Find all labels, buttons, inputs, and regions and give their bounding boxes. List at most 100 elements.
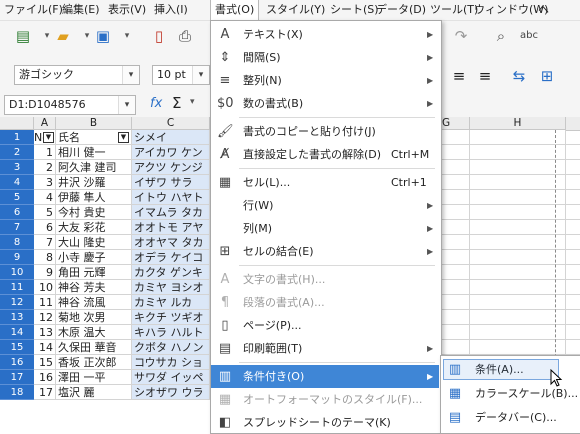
empty-cell[interactable] xyxy=(440,280,470,295)
column-header[interactable]: C xyxy=(132,117,210,130)
number-cell[interactable]: 1 xyxy=(34,145,56,160)
empty-cell[interactable] xyxy=(440,235,470,250)
empty-cell[interactable] xyxy=(440,340,470,355)
menu-4[interactable]: 書式(O) xyxy=(210,0,260,21)
row-header[interactable]: 1 xyxy=(0,130,34,145)
name-cell[interactable]: 大山 隆史 xyxy=(56,235,132,250)
kana-cell[interactable]: キハラ ハルト xyxy=(132,325,210,340)
number-cell[interactable]: 16 xyxy=(34,370,56,385)
kana-cell[interactable]: アイカワ ケン xyxy=(132,145,210,160)
empty-cell[interactable] xyxy=(470,325,566,340)
number-cell[interactable]: 7 xyxy=(34,235,56,250)
column-header[interactable]: G xyxy=(440,117,470,130)
chevron-down-icon[interactable]: ▾ xyxy=(190,97,195,107)
number-cell[interactable]: 9 xyxy=(34,265,56,280)
select-all-corner[interactable] xyxy=(0,117,34,130)
name-cell[interactable]: 塩沢 麗 xyxy=(56,385,132,400)
format-menu-item[interactable]: 行(W) ▶ xyxy=(211,194,439,217)
row-header[interactable]: 14 xyxy=(0,325,34,340)
empty-cell[interactable] xyxy=(566,340,580,355)
empty-cell[interactable] xyxy=(470,160,566,175)
empty-cell[interactable] xyxy=(470,145,566,160)
conditional-submenu-item[interactable]: ▤ データバー(C)... xyxy=(441,406,579,429)
empty-cell[interactable] xyxy=(440,190,470,205)
empty-cell[interactable] xyxy=(470,295,566,310)
format-menu-item[interactable]: $0 数の書式(B) ▶ xyxy=(211,92,439,115)
align-center-icon[interactable]: ≡ xyxy=(448,65,470,87)
chevron-down-icon[interactable]: ▾ xyxy=(118,96,135,114)
kana-cell[interactable]: カミヤ ヨシオ xyxy=(132,280,210,295)
row-header[interactable]: 17 xyxy=(0,370,34,385)
kana-cell[interactable]: シオザワ ウラ xyxy=(132,385,210,400)
kana-cell[interactable]: イザワ サラ xyxy=(132,175,210,190)
kana-cell[interactable]: コウサカ ショ xyxy=(132,355,210,370)
row-header[interactable]: 18 xyxy=(0,385,34,400)
menu-7[interactable]: データ(D) xyxy=(372,0,430,20)
empty-cell[interactable] xyxy=(440,160,470,175)
name-cell[interactable]: 菊地 次男 xyxy=(56,310,132,325)
name-cell[interactable]: 小寺 慶子 xyxy=(56,250,132,265)
name-cell[interactable]: 久保田 華音 xyxy=(56,340,132,355)
number-cell[interactable]: 13 xyxy=(34,325,56,340)
number-cell[interactable]: 17 xyxy=(34,385,56,400)
kana-cell[interactable]: カミヤ ルカ xyxy=(132,295,210,310)
row-header[interactable]: 3 xyxy=(0,160,34,175)
name-cell[interactable]: 大友 彩花 xyxy=(56,220,132,235)
empty-cell[interactable] xyxy=(566,190,580,205)
number-cell[interactable]: 4 xyxy=(34,190,56,205)
menu-1[interactable]: 編集(E) xyxy=(58,0,104,20)
empty-cell[interactable] xyxy=(566,280,580,295)
header-cell[interactable]: シメイ xyxy=(132,130,210,145)
column-header[interactable]: H xyxy=(470,117,566,130)
empty-cell[interactable] xyxy=(470,220,566,235)
merge-cells-icon[interactable]: ⊞ xyxy=(536,65,558,87)
name-cell[interactable]: 角田 元輝 xyxy=(56,265,132,280)
format-menu-item[interactable]: ▤ 印刷範囲(T) ▶ xyxy=(211,337,439,360)
number-cell[interactable]: 5 xyxy=(34,205,56,220)
row-header[interactable]: 9 xyxy=(0,250,34,265)
format-menu-item[interactable]: ▯ ページ(P)... xyxy=(211,314,439,337)
empty-cell[interactable] xyxy=(440,205,470,220)
empty-cell[interactable] xyxy=(566,145,580,160)
save-dropdown-icon[interactable]: ▾ xyxy=(116,25,138,47)
row-header[interactable]: 2 xyxy=(0,145,34,160)
empty-cell[interactable] xyxy=(440,220,470,235)
empty-cell[interactable] xyxy=(470,250,566,265)
empty-cell[interactable] xyxy=(440,310,470,325)
font-name-combo[interactable]: 游ゴシック ▾ xyxy=(14,65,140,85)
empty-cell[interactable] xyxy=(566,295,580,310)
number-cell[interactable]: 12 xyxy=(34,310,56,325)
empty-cell[interactable] xyxy=(440,265,470,280)
name-cell[interactable]: 香坂 正次郎 xyxy=(56,355,132,370)
column-header[interactable]: A xyxy=(34,117,56,130)
autofilter-icon[interactable]: ▼ xyxy=(43,132,54,143)
number-cell[interactable]: 10 xyxy=(34,280,56,295)
empty-cell[interactable] xyxy=(470,205,566,220)
format-menu-item[interactable]: 列(M) ▶ xyxy=(211,217,439,240)
kana-cell[interactable]: クボタ ハノン xyxy=(132,340,210,355)
spelling-icon[interactable]: abc xyxy=(518,25,540,47)
kana-cell[interactable]: オオヤマ タカ xyxy=(132,235,210,250)
format-menu-item[interactable]: A テキスト(X) ▶ xyxy=(211,23,439,46)
row-header[interactable]: 11 xyxy=(0,280,34,295)
empty-cell[interactable] xyxy=(470,130,566,145)
find-replace-icon[interactable]: ⌕ xyxy=(490,25,512,47)
row-header[interactable]: 12 xyxy=(0,295,34,310)
column-header[interactable]: B xyxy=(56,117,132,130)
align-right-icon[interactable]: ≡ xyxy=(474,65,496,87)
row-header[interactable]: 8 xyxy=(0,235,34,250)
row-header[interactable]: 5 xyxy=(0,190,34,205)
kana-cell[interactable]: アクツ ケンジ xyxy=(132,160,210,175)
row-header[interactable]: 6 xyxy=(0,205,34,220)
font-size-combo[interactable]: 10 pt ▾ xyxy=(152,65,210,85)
number-cell[interactable]: 3 xyxy=(34,175,56,190)
empty-cell[interactable] xyxy=(440,295,470,310)
empty-cell[interactable] xyxy=(440,145,470,160)
row-header[interactable]: 7 xyxy=(0,220,34,235)
empty-cell[interactable] xyxy=(566,310,580,325)
row-header[interactable]: 15 xyxy=(0,340,34,355)
sum-icon[interactable]: Σ xyxy=(172,94,181,112)
name-cell[interactable]: 今村 貴史 xyxy=(56,205,132,220)
empty-cell[interactable] xyxy=(470,235,566,250)
format-menu-item[interactable]: ◧ スプレッドシートのテーマ(K) xyxy=(211,411,439,434)
